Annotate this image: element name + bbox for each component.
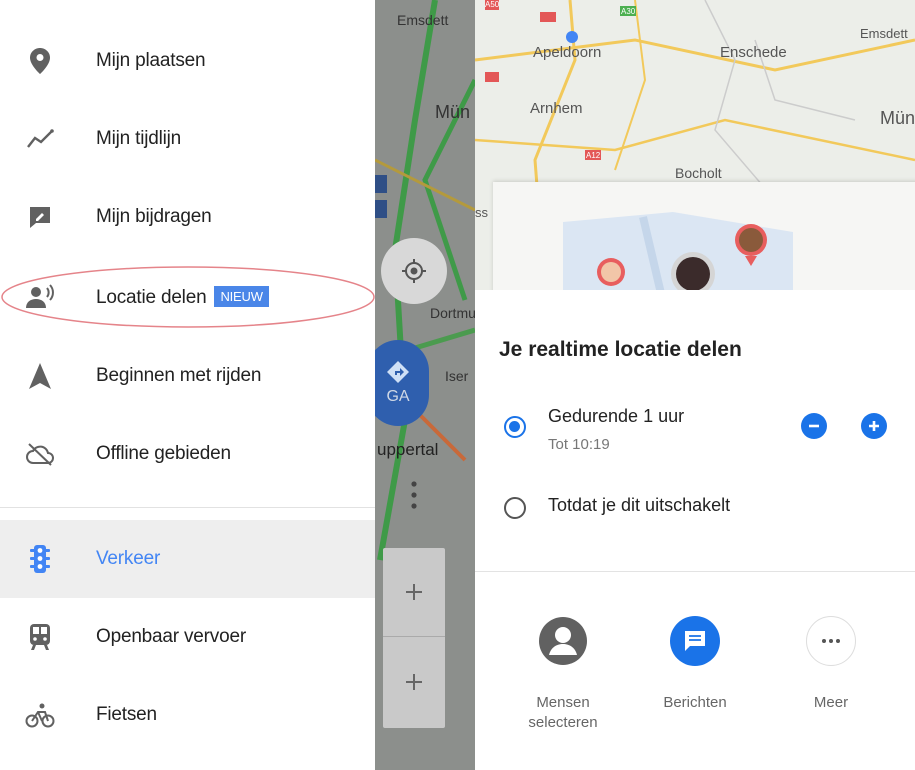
- map-label-munster: Mün: [435, 102, 471, 122]
- select-people-label: Mensen selecteren: [528, 694, 598, 731]
- drawer-divider: [0, 507, 375, 508]
- background-map: Emsdett Mün Dortmund Iser uppertal GA: [375, 0, 475, 770]
- drawer-item-cycling[interactable]: Fietsen: [0, 676, 375, 754]
- drawer-item-label: Verkeer: [96, 548, 161, 569]
- drawer-item-label: Mijn bijdragen: [96, 206, 212, 227]
- drawer-item-my-timeline[interactable]: Mijn tijdlijn: [0, 100, 375, 178]
- drawer-item-label: Beginnen met rijden: [96, 365, 262, 386]
- more-horizontal-icon: [822, 639, 840, 643]
- location-sharing-panel: Apeldoorn Enschede Emsdett Arnhem Mün Bo…: [475, 0, 915, 770]
- drawer-item-label: Mijn plaatsen: [96, 50, 206, 71]
- share-map-label-arnhem: Arnhem: [530, 100, 583, 117]
- road-shield-a30: A30: [621, 7, 636, 16]
- cloud-off-icon: [24, 438, 56, 470]
- more-vertical-icon[interactable]: [409, 478, 419, 512]
- plus-icon: [869, 421, 879, 431]
- minus-icon: [809, 424, 819, 428]
- more-label: Meer: [813, 694, 849, 711]
- illustration-card: [493, 182, 915, 290]
- option-until-off[interactable]: Totdat je dit uitschakelt: [475, 478, 915, 538]
- drawer-item-start-driving[interactable]: Beginnen met rijden: [0, 337, 375, 415]
- decrease-duration-button[interactable]: [801, 413, 827, 439]
- map-label-iserlohn: Iser: [445, 368, 469, 384]
- messages-label: Berichten: [663, 694, 727, 711]
- traffic-light-icon: [24, 543, 56, 575]
- plus-icon: [406, 674, 422, 690]
- navigate-go-button[interactable]: GA: [375, 340, 429, 426]
- zoom-in-button[interactable]: [383, 548, 445, 636]
- road-shield-a50: A50: [485, 0, 500, 9]
- timeline-icon: [24, 123, 56, 155]
- drawer-item-label: Mijn tijdlijn: [96, 128, 182, 149]
- current-location-dot: [566, 31, 578, 43]
- drawer-item-label: Fietsen: [96, 704, 157, 725]
- road-shield-a12: A12: [586, 151, 601, 160]
- select-people-button[interactable]: [538, 616, 588, 666]
- messages-button[interactable]: [670, 616, 720, 666]
- messages-icon: [685, 631, 705, 651]
- drawer-item-traffic[interactable]: Verkeer: [0, 520, 375, 598]
- my-location-button[interactable]: [381, 238, 447, 304]
- share-map-label-ss: ss: [475, 205, 488, 220]
- drawer-item-label: Offline gebieden: [96, 443, 231, 464]
- drawer-item-label: Openbaar vervoer: [96, 626, 246, 647]
- people-on-map-illustration: [563, 212, 793, 290]
- zoom-in-button-2[interactable]: [383, 638, 445, 726]
- map-label-emsdetten: Emsdett: [397, 12, 449, 28]
- increase-duration-button[interactable]: [861, 413, 887, 439]
- share-map-label-emsdetten: Emsdett: [860, 26, 908, 41]
- more-options-button[interactable]: [806, 616, 856, 666]
- drawer-item-public-transport[interactable]: Openbaar vervoer: [0, 598, 375, 676]
- map-label-dortmund: Dortmund: [430, 305, 475, 321]
- train-icon: [24, 621, 56, 653]
- drawer-item-my-places[interactable]: Mijn plaatsen: [0, 22, 375, 100]
- share-map-preview: Apeldoorn Enschede Emsdett Arnhem Mün Bo…: [475, 0, 915, 290]
- share-map-label-bocholt: Bocholt: [675, 165, 722, 181]
- bicycle-icon: [24, 699, 56, 731]
- radio-one-hour[interactable]: [504, 416, 526, 438]
- place-pin-icon: [24, 45, 56, 77]
- drawer-item-offline-areas[interactable]: Offline gebieden: [0, 415, 375, 493]
- contributions-icon: [24, 201, 56, 233]
- share-map-label-apeldoorn: Apeldoorn: [533, 44, 602, 61]
- share-title: Je realtime locatie delen: [499, 338, 742, 361]
- share-map-label-enschede: Enschede: [720, 44, 787, 61]
- person-icon: [539, 617, 587, 665]
- panel-divider: [475, 571, 915, 572]
- option-one-hour[interactable]: Gedurende 1 uur Tot 10:19: [475, 390, 915, 470]
- map-label-wuppertal: uppertal: [377, 440, 439, 459]
- plus-icon: [406, 584, 422, 600]
- go-label: GA: [386, 388, 410, 405]
- drawer-item-my-contributions[interactable]: Mijn bijdragen: [0, 178, 375, 256]
- highlight-oval: [1, 266, 375, 328]
- share-map-label-munster: Mün: [880, 108, 915, 128]
- my-location-icon: [402, 259, 426, 283]
- zoom-controls: [383, 548, 445, 728]
- navigation-drawer: Mijn plaatsen Mijn tijdlijn Mijn bijdrag…: [0, 0, 375, 770]
- directions-icon: [387, 361, 409, 383]
- option-one-hour-sub: Tot 10:19: [548, 436, 610, 453]
- zoom-divider: [383, 636, 445, 637]
- option-until-off-label: Totdat je dit uitschakelt: [548, 495, 731, 515]
- radio-until-off[interactable]: [504, 497, 526, 519]
- navigation-arrow-icon: [24, 360, 56, 392]
- option-one-hour-label: Gedurende 1 uur: [548, 406, 685, 426]
